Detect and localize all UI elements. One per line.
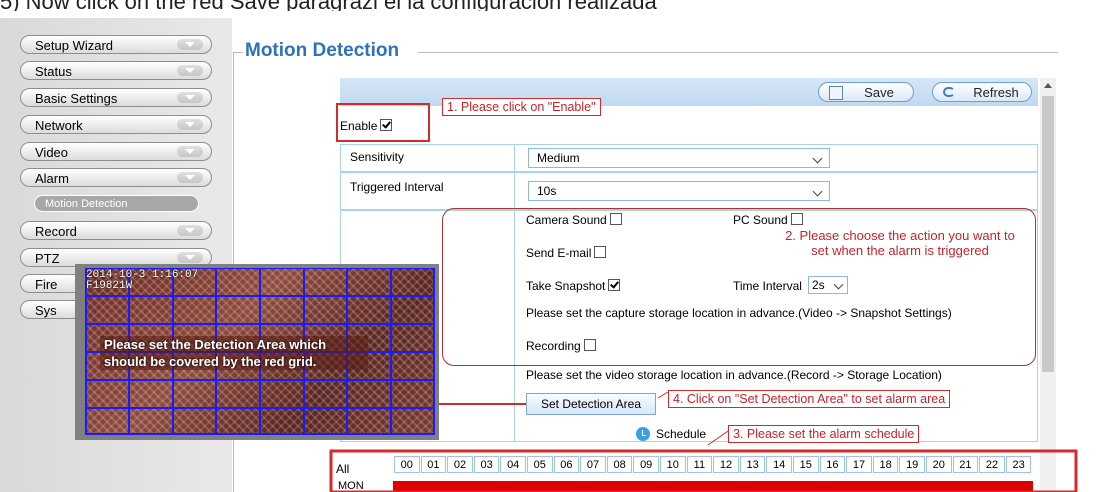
detection-instruction: Please set the Detection Area which shoul…	[100, 336, 368, 370]
video-timestamp: 2014-10-3 1:16:07 F19821W	[86, 269, 199, 292]
